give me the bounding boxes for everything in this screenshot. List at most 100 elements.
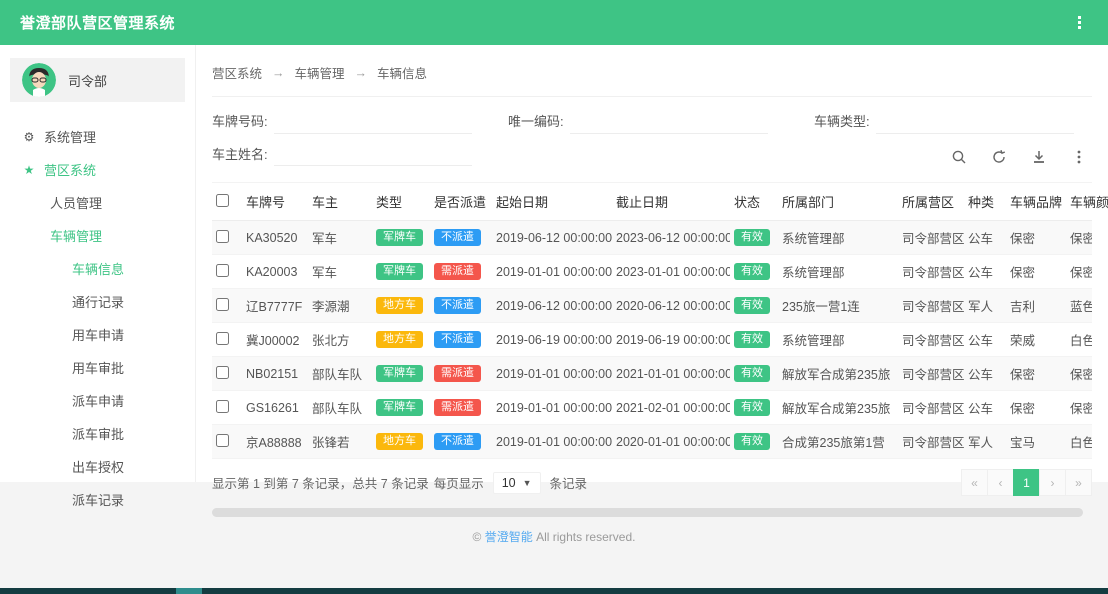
search-icon[interactable]: [950, 148, 968, 166]
gear-icon: ⚙: [22, 130, 36, 144]
sidebar-item-label: 派车审批: [72, 424, 124, 443]
cell-plate: KA30520: [242, 221, 308, 255]
sidebar-item-用车申请[interactable]: 用车申请: [0, 318, 195, 351]
pagination-bar: 显示第 1 到第 7 条记录，总共 7 条记录 每页显示 10 ▼ 条记录 «‹…: [212, 469, 1092, 496]
breadcrumb-separator-icon: →: [272, 66, 285, 80]
header-kebab-menu-icon[interactable]: [1070, 14, 1088, 31]
user-name: 司令部: [68, 71, 107, 90]
footer: © 誉澄智能 All rights reserved.: [0, 528, 1108, 545]
download-icon[interactable]: [1030, 148, 1048, 166]
sidebar-item-label: 派车申请: [72, 391, 124, 410]
cell-department: 系统管理部: [778, 221, 898, 255]
column-header-类型: 类型: [372, 183, 430, 221]
cell-start_date: 2019-01-01 00:00:00: [492, 255, 612, 289]
breadcrumb-separator-icon: →: [355, 66, 368, 80]
sidebar-item-派车记录[interactable]: 派车记录: [0, 483, 195, 516]
sidebar-item-出车授权[interactable]: 出车授权: [0, 450, 195, 483]
sidebar-item-派车申请[interactable]: 派车申请: [0, 384, 195, 417]
bottom-scrollbar-thumb[interactable]: [176, 588, 202, 594]
cell-start_date: 2019-06-12 00:00:00: [492, 289, 612, 323]
filter-plate-label: 车牌号码:: [212, 111, 268, 130]
cell-brand: 保密: [1006, 357, 1066, 391]
table-toolbar: [950, 148, 1092, 166]
first-page-button[interactable]: «: [961, 469, 988, 496]
cell-kind: 军人: [964, 289, 1006, 323]
main-area: 司令部 ⚙系统管理★营区系统人员管理车辆管理车辆信息通行记录用车申请用车审批派车…: [0, 45, 1108, 482]
cell-kind: 公车: [964, 255, 1006, 289]
cell-plate: NB02151: [242, 357, 308, 391]
dispatch-badge: 需派遣: [434, 399, 481, 416]
dispatch-badge: 不派遣: [434, 297, 481, 314]
row-checkbox[interactable]: [216, 298, 229, 311]
table-row: 冀J00002张北方地方车不派遣2019-06-19 00:00:002019-…: [212, 323, 1092, 357]
table-row: 京A88888张锋若地方车不派遣2019-01-01 00:00:002020-…: [212, 425, 1092, 459]
row-checkbox[interactable]: [216, 366, 229, 379]
sidebar-item-人员管理[interactable]: 人员管理: [0, 186, 195, 219]
cell-color: 白色: [1066, 323, 1092, 357]
table-row: 辽B7777F李源潮地方车不派遣2019-06-12 00:00:002020-…: [212, 289, 1092, 323]
prev-page-button[interactable]: ‹: [987, 469, 1014, 496]
cell-end_date: 2019-06-19 00:00:00: [612, 323, 730, 357]
more-options-icon[interactable]: [1070, 148, 1088, 166]
sidebar-item-label: 用车审批: [72, 358, 124, 377]
row-checkbox[interactable]: [216, 332, 229, 345]
cell-kind: 公车: [964, 221, 1006, 255]
sidebar-item-label: 通行记录: [72, 292, 124, 311]
cell-camp: 司令部营区: [898, 255, 964, 289]
cell-brand: 保密: [1006, 255, 1066, 289]
row-checkbox[interactable]: [216, 230, 229, 243]
last-page-button[interactable]: »: [1065, 469, 1092, 496]
cell-owner: 张北方: [308, 323, 372, 357]
per-page-label: 每页显示: [434, 473, 484, 492]
company-link[interactable]: 誉澄智能: [485, 530, 533, 544]
cell-end_date: 2021-01-01 00:00:00: [612, 357, 730, 391]
breadcrumb-item-营区系统[interactable]: 营区系统: [212, 63, 262, 82]
sidebar-item-label: 人员管理: [50, 193, 102, 212]
cell-start_date: 2019-01-01 00:00:00: [492, 425, 612, 459]
breadcrumb-item-车辆信息[interactable]: 车辆信息: [377, 63, 427, 82]
cell-brand: 保密: [1006, 391, 1066, 425]
horizontal-scrollbar[interactable]: [212, 508, 1083, 517]
dispatch-badge: 不派遣: [434, 229, 481, 246]
owner-name-input[interactable]: [274, 144, 472, 166]
next-page-button[interactable]: ›: [1039, 469, 1066, 496]
vehicle-type-input[interactable]: [876, 112, 1074, 134]
copyright-symbol: ©: [473, 530, 482, 544]
column-header-起始日期: 起始日期: [492, 183, 612, 221]
type-badge: 军牌车: [376, 399, 423, 416]
cell-camp: 司令部营区: [898, 221, 964, 255]
sidebar-item-派车审批[interactable]: 派车审批: [0, 417, 195, 450]
cell-kind: 军人: [964, 425, 1006, 459]
cell-brand: 荣威: [1006, 323, 1066, 357]
plate-number-input[interactable]: [274, 112, 472, 134]
cell-end_date: 2020-01-01 00:00:00: [612, 425, 730, 459]
unique-code-input[interactable]: [570, 112, 768, 134]
cell-plate: KA20003: [242, 255, 308, 289]
select-all-checkbox[interactable]: [216, 194, 229, 207]
row-checkbox[interactable]: [216, 264, 229, 277]
breadcrumb-item-车辆管理[interactable]: 车辆管理: [295, 63, 345, 82]
record-range-text: 显示第 1 到第 7 条记录，总共 7 条记录: [212, 473, 429, 492]
cell-start_date: 2019-06-12 00:00:00: [492, 221, 612, 255]
user-card[interactable]: 司令部: [10, 58, 185, 102]
row-checkbox[interactable]: [216, 400, 229, 413]
table-row: GS16261部队车队军牌车需派遣2019-01-01 00:00:002021…: [212, 391, 1092, 425]
refresh-icon[interactable]: [990, 148, 1008, 166]
row-checkbox[interactable]: [216, 434, 229, 447]
sidebar-item-系统管理[interactable]: ⚙系统管理: [0, 120, 195, 153]
cell-color: 保密: [1066, 391, 1092, 425]
sidebar-item-用车审批[interactable]: 用车审批: [0, 351, 195, 384]
page-1-button[interactable]: 1: [1013, 469, 1040, 496]
status-badge: 有效: [734, 365, 770, 382]
cell-brand: 吉利: [1006, 289, 1066, 323]
filter-owner-label: 车主姓名:: [212, 144, 268, 163]
filter-plate: 车牌号码:: [212, 111, 508, 134]
sidebar-item-车辆管理[interactable]: 车辆管理: [0, 219, 195, 252]
type-badge: 军牌车: [376, 365, 423, 382]
page-size-select[interactable]: 10 ▼: [493, 472, 541, 494]
sidebar-item-通行记录[interactable]: 通行记录: [0, 285, 195, 318]
cell-department: 系统管理部: [778, 323, 898, 357]
sidebar: 司令部 ⚙系统管理★营区系统人员管理车辆管理车辆信息通行记录用车申请用车审批派车…: [0, 45, 196, 482]
sidebar-item-营区系统[interactable]: ★营区系统: [0, 153, 195, 186]
sidebar-item-车辆信息[interactable]: 车辆信息: [0, 252, 195, 285]
